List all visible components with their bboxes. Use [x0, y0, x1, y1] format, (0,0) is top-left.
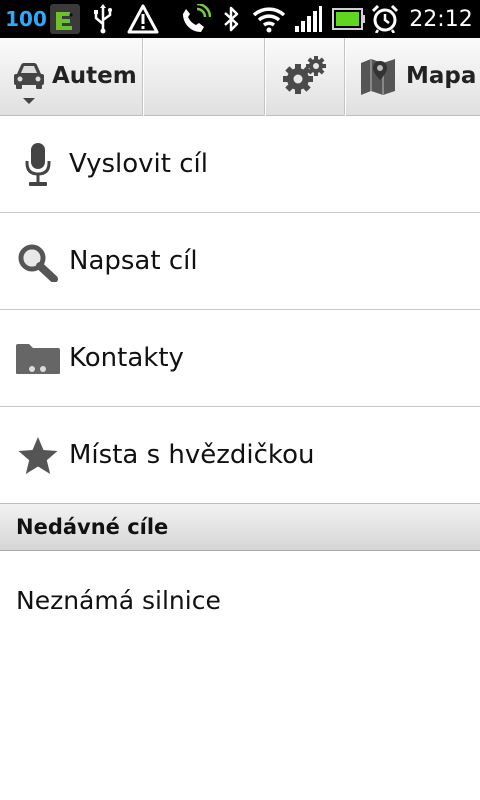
phone-icon	[178, 0, 212, 38]
menu-item-label: Vyslovit cíl	[69, 149, 208, 179]
battery-icon	[330, 0, 366, 38]
settings-button[interactable]	[266, 38, 344, 116]
car-icon	[14, 60, 44, 110]
travel-mode-label: Autem	[52, 63, 137, 89]
gears-icon	[283, 55, 327, 99]
menu-item-label: Místa s hvězdičkou	[69, 440, 315, 470]
separator	[142, 38, 144, 116]
menu-item-label: Napsat cíl	[69, 246, 198, 276]
app-icon	[48, 0, 82, 38]
usb-icon	[88, 0, 118, 38]
action-bar: Autem Mapa	[0, 38, 480, 116]
menu-item-contacts[interactable]: Kontakty	[0, 310, 480, 407]
travel-mode-button[interactable]: Autem	[0, 38, 142, 116]
section-title: Nedávné cíle	[16, 515, 169, 539]
status-bar: 100 22:12	[0, 0, 480, 38]
microphone-icon	[16, 116, 60, 213]
search-icon	[16, 213, 60, 310]
recent-destinations-header: Nedávné cíle	[0, 503, 480, 551]
map-icon	[360, 57, 396, 101]
clock: 22:12	[409, 6, 473, 32]
alarm-icon	[370, 0, 400, 38]
menu-item-type-destination[interactable]: Napsat cíl	[0, 213, 480, 310]
menu-item-starred-places[interactable]: Místa s hvězdičkou	[0, 407, 480, 504]
recent-destination-item[interactable]: Neznámá silnice	[0, 552, 480, 648]
signal-icon	[293, 0, 323, 38]
menu-item-speak-destination[interactable]: Vyslovit cíl	[0, 116, 480, 213]
recent-destination-label: Neznámá silnice	[16, 585, 221, 615]
contacts-folder-icon	[14, 310, 62, 407]
battery-level-text: 100	[5, 7, 47, 31]
star-icon	[16, 407, 60, 504]
map-button[interactable]: Mapa	[346, 38, 480, 116]
warning-icon	[125, 0, 161, 38]
bluetooth-icon	[220, 0, 242, 38]
map-label: Mapa	[406, 63, 477, 89]
menu-item-label: Kontakty	[69, 343, 184, 373]
wifi-icon	[251, 0, 287, 38]
